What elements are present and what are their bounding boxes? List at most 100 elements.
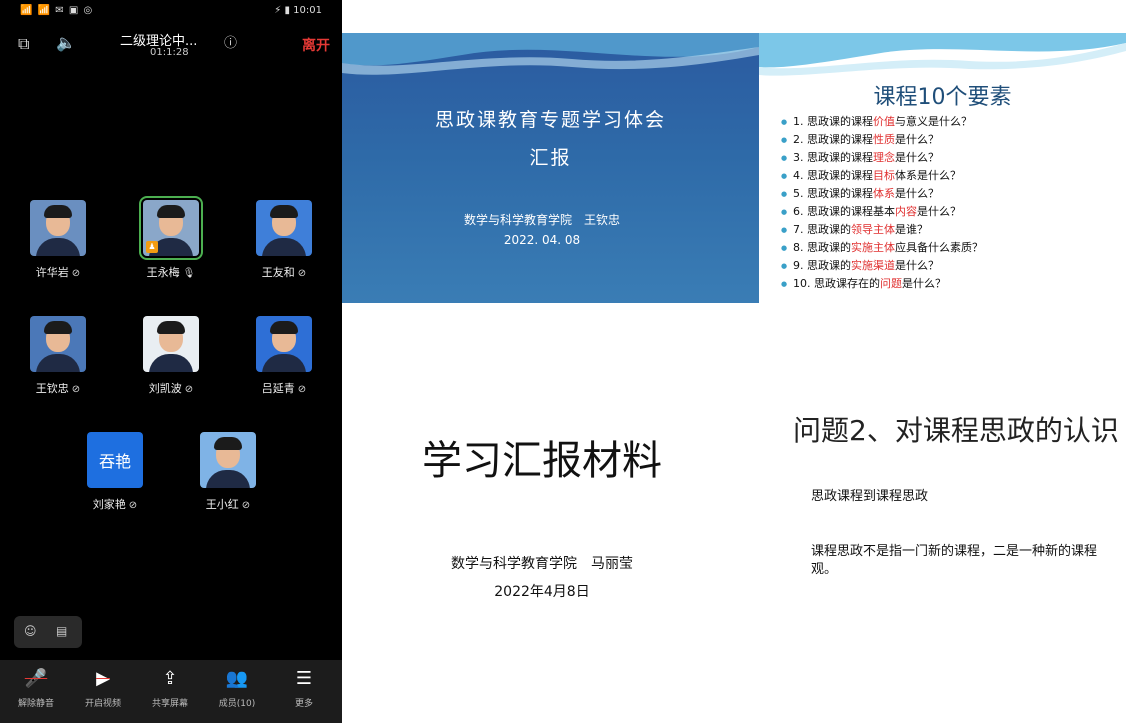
participant-name: 王钦忠 [35, 382, 69, 395]
highlighted-keyword: 问题 [880, 277, 902, 290]
participant-name: 王永梅 [146, 266, 180, 279]
slide2-title: 课程10个要素 [873, 85, 1012, 110]
item-text: 10. 思政课存在的 [793, 277, 880, 290]
leave-button[interactable]: 离开 [302, 35, 330, 55]
course-element-item: 7. 思政课的领导主体是谁？ [781, 221, 983, 239]
course-element-item: 3. 思政课的课程理念是什么？ [781, 149, 983, 167]
item-text: 是什么？ [895, 259, 939, 272]
participant-name-row: 王永梅 🎙 [131, 264, 211, 280]
participant-name: 刘凯波 [148, 382, 182, 395]
mic-on-icon: 🎙 [182, 268, 196, 279]
participant-avatar [30, 200, 86, 256]
toolbar-button-label: 解除静音 [17, 699, 54, 709]
participant-tile[interactable]: 王友和 ⊘ [244, 200, 324, 280]
participant-name-row: 吕延青 ⊘ [244, 380, 324, 396]
slide4-point-2: 课程思政不是指一门新的课程，二是一种新的课程观。 [811, 544, 1098, 577]
participant-tile[interactable]: 吕延青 ⊘ [244, 316, 324, 396]
meeting-app-panel: 📶 📶 ✉ ▣ ◎ ⚡ ▮ 10:01 ⧉ 🔈 二级理论中... 01:1:28… [0, 0, 342, 723]
participant-name: 吕延青 [261, 382, 295, 395]
meeting-toolbar: 🎤 解除静音 ▶ 开启视频 ⇪ 共享屏幕 👥 成员(10) ☰ 更多 [0, 660, 342, 723]
toolbar-button-members[interactable]: 👥 成员(10) [206, 668, 268, 709]
meeting-top-bar: ⧉ 🔈 二级理论中... 01:1:28 ⓘ 离开 [0, 26, 342, 66]
participant-name: 王小红 [205, 498, 239, 511]
mic-muted-icon: ⊘ [71, 384, 81, 395]
share-screen-icon: ⇪ [162, 668, 178, 689]
toolbar-button-menu[interactable]: ☰ 更多 [273, 668, 335, 709]
course-element-item: 5. 思政课的课程体系是什么？ [781, 185, 983, 203]
participant-tile[interactable]: 王小红 ⊘ [188, 432, 268, 512]
item-text: 体系是什么？ [895, 169, 961, 182]
participant-avatar [143, 316, 199, 372]
mic-muted-icon: ⊘ [297, 268, 307, 279]
slide1-date: 2022. 04. 08 [503, 233, 581, 247]
host-badge-icon: ♟ [146, 241, 158, 253]
minimize-window-icon[interactable]: ⧉ [18, 34, 29, 54]
slide4-point-1: 思政课程到课程思政 [811, 489, 929, 504]
slide3-author: 数学与科学教育学院 马丽莹 [451, 556, 633, 572]
participant-name-row: 许华岩 ⊘ [18, 264, 98, 280]
course-element-item: 4. 思政课的课程目标体系是什么？ [781, 167, 983, 185]
item-text: 8. 思政课的 [793, 241, 851, 254]
slide1-author: 数学与科学教育学院 王钦忠 [463, 213, 620, 227]
course-element-item: 8. 思政课的实施主体应具备什么素质？ [781, 239, 983, 257]
item-text: 是什么？ [895, 151, 939, 164]
slide-question-2: 问题2、对课程思政的认识 思政课程到课程思政 课程思政不是指一门新的课程，二是一… [759, 303, 1126, 723]
item-text: 是谁？ [895, 223, 928, 236]
course-element-item: 9. 思政课的实施渠道是什么？ [781, 257, 983, 275]
mic-muted-icon: ⊘ [241, 500, 251, 511]
item-text: 2. 思政课的课程 [793, 133, 873, 146]
item-text: 9. 思政课的 [793, 259, 851, 272]
slide1-title-line2: 汇报 [529, 147, 572, 169]
item-text: 7. 思政课的 [793, 223, 851, 236]
participant-name-row: 王友和 ⊘ [244, 264, 324, 280]
status-left: 📶 📶 ✉ ▣ ◎ [20, 5, 94, 16]
chat-icon[interactable]: ▤ [56, 624, 67, 638]
participant-tile[interactable]: 王钦忠 ⊘ [18, 316, 98, 396]
toolbar-button-share-screen[interactable]: ⇪ 共享屏幕 [139, 668, 201, 709]
mic-off-icon: 🎤 [24, 668, 48, 689]
item-text: 1. 思政课的课程 [793, 115, 873, 128]
toolbar-button-label: 共享屏幕 [151, 699, 188, 709]
participant-name: 刘家艳 [92, 498, 126, 511]
highlighted-keyword: 实施渠道 [851, 259, 895, 272]
participant-avatar: ♟ [139, 196, 203, 260]
mic-muted-icon: ⊘ [297, 384, 307, 395]
course-element-item: 6. 思政课的课程基本内容是什么？ [781, 203, 983, 221]
highlighted-keyword: 目标 [873, 169, 895, 182]
toolbar-button-mic-off[interactable]: 🎤 解除静音 [5, 668, 67, 709]
item-text: 6. 思政课的课程基本 [793, 205, 895, 218]
mic-muted-icon: ⊘ [184, 384, 194, 395]
highlighted-keyword: 领导主体 [851, 223, 895, 236]
item-text: 应具备什么素质？ [895, 241, 983, 254]
slide3-date: 2022年4月8日 [494, 584, 590, 600]
participant-tile[interactable]: 吞艳 刘家艳 ⊘ [75, 432, 155, 512]
item-text: 是什么？ [895, 133, 939, 146]
participant-name-row: 刘凯波 ⊘ [131, 380, 211, 396]
members-icon: 👥 [225, 668, 249, 689]
speaker-icon[interactable]: 🔈 [56, 33, 76, 52]
highlighted-keyword: 性质 [873, 133, 895, 146]
info-icon[interactable]: ⓘ [224, 32, 237, 51]
participant-avatar [200, 432, 256, 488]
participant-tile[interactable]: ♟ 王永梅 🎙 [131, 196, 211, 280]
participant-name-row: 王小红 ⊘ [188, 496, 268, 512]
video-off-icon: ▶ [96, 668, 110, 689]
item-text: 4. 思政课的课程 [793, 169, 873, 182]
slide4-title: 问题2、对课程思政的认识 [793, 414, 1119, 447]
mic-muted-icon: ⊘ [128, 500, 138, 511]
slide-course-elements: 课程10个要素 1. 思政课的课程价值与意义是什么？2. 思政课的课程性质是什么… [759, 33, 1126, 303]
participant-name-row: 刘家艳 ⊘ [75, 496, 155, 512]
slide-wave-decoration [342, 33, 759, 75]
highlighted-keyword: 实施主体 [851, 241, 895, 254]
participant-tile[interactable]: 许华岩 ⊘ [18, 200, 98, 280]
chat-shortcuts: ☺ ▤ [14, 616, 82, 648]
highlighted-keyword: 内容 [895, 205, 917, 218]
status-bar: 📶 📶 ✉ ▣ ◎ ⚡ ▮ 10:01 [0, 0, 342, 22]
participant-name-row: 王钦忠 ⊘ [18, 380, 98, 396]
toolbar-button-video-off[interactable]: ▶ 开启视频 [72, 668, 134, 709]
participant-tile[interactable]: 刘凯波 ⊘ [131, 316, 211, 396]
slide3-title: 学习汇报材料 [422, 438, 662, 484]
toolbar-button-label: 更多 [294, 699, 313, 709]
emoji-icon[interactable]: ☺ [24, 624, 37, 638]
toolbar-button-label: 成员(10) [218, 699, 256, 709]
